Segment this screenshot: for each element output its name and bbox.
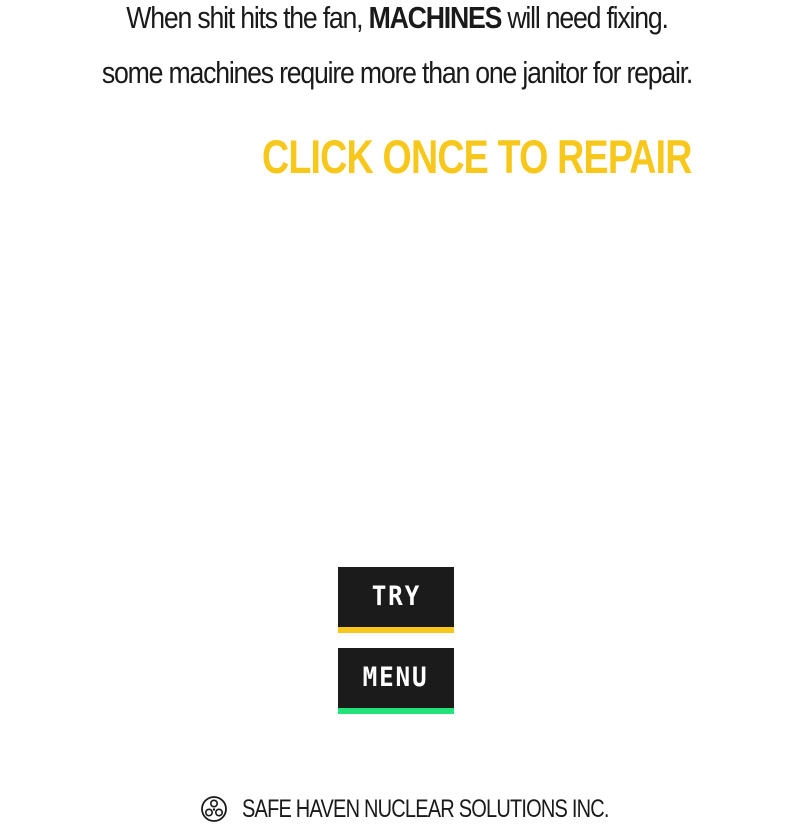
try-button-label: TRY xyxy=(371,581,421,612)
intro-line-2: some machines require more than one jani… xyxy=(101,55,693,90)
intro-line-1: When shit hits the fan, MACHINES will ne… xyxy=(56,0,739,36)
try-button[interactable]: TRY xyxy=(338,567,454,633)
intro-line-1-end: will need fixing. xyxy=(501,0,669,35)
machines-emphasis: MACHINES xyxy=(368,0,503,35)
menu-button-label: MENU xyxy=(363,662,429,693)
footer: SAFE HAVEN NUCLEAR SOLUTIONS INC. xyxy=(200,793,700,825)
click-to-repair-prompt[interactable]: CLICK ONCE TO REPAIR xyxy=(262,131,692,183)
menu-button[interactable]: MENU xyxy=(338,648,454,714)
intro-text: When shit hits the fan, MACHINES will ne… xyxy=(0,0,794,91)
radiation-logo-icon xyxy=(200,795,228,823)
intro-line-1-start: When shit hits the fan, xyxy=(126,0,369,35)
company-name: SAFE HAVEN NUCLEAR SOLUTIONS INC. xyxy=(242,794,609,823)
